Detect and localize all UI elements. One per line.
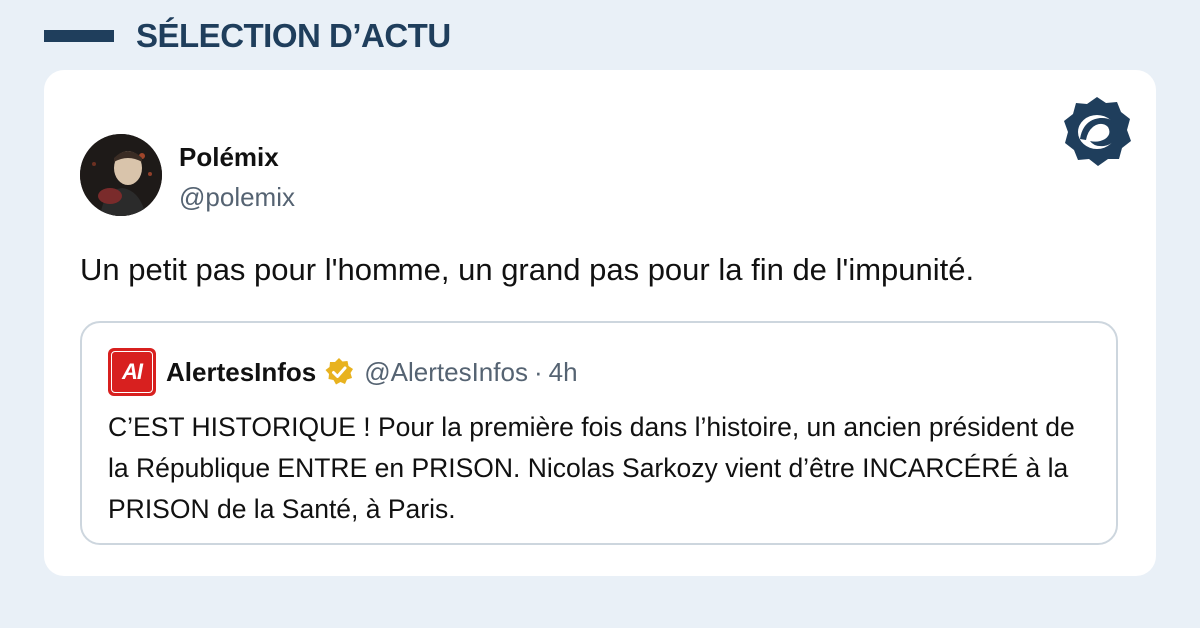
post-card[interactable]: Polémix @polemix Un petit pas pour l'hom…	[44, 70, 1156, 576]
verified-badge-icon	[325, 358, 354, 385]
quoted-author-avatar[interactable]: AI	[108, 348, 156, 396]
quoted-author-name[interactable]: AlertesInfos	[166, 357, 316, 388]
section-accent-bar	[44, 30, 114, 42]
author-avatar[interactable]	[80, 134, 162, 216]
avatar-image	[80, 134, 162, 216]
quoted-timestamp[interactable]: 4h	[549, 357, 578, 388]
post-text: Un petit pas pour l'homme, un grand pas …	[80, 252, 975, 287]
quoted-post-text: C’EST HISTORIQUE ! Pour la première fois…	[108, 412, 1075, 524]
quoted-post[interactable]: AI AlertesInfos @AlertesInfos · 4h C’EST…	[80, 321, 1118, 545]
quoted-author-handle[interactable]: @AlertesInfos	[364, 357, 528, 388]
author-handle[interactable]: @polemix	[179, 182, 295, 213]
quoted-post-header: AlertesInfos @AlertesInfos · 4h	[166, 355, 578, 389]
brand-logo-icon[interactable]	[1060, 94, 1134, 168]
quoted-avatar-logo: AI	[111, 351, 153, 393]
section-header: SÉLECTION D’ACTU	[44, 14, 451, 58]
section-title: SÉLECTION D’ACTU	[136, 17, 451, 54]
author-name[interactable]: Polémix	[179, 142, 279, 173]
quoted-separator: ·	[533, 356, 543, 387]
